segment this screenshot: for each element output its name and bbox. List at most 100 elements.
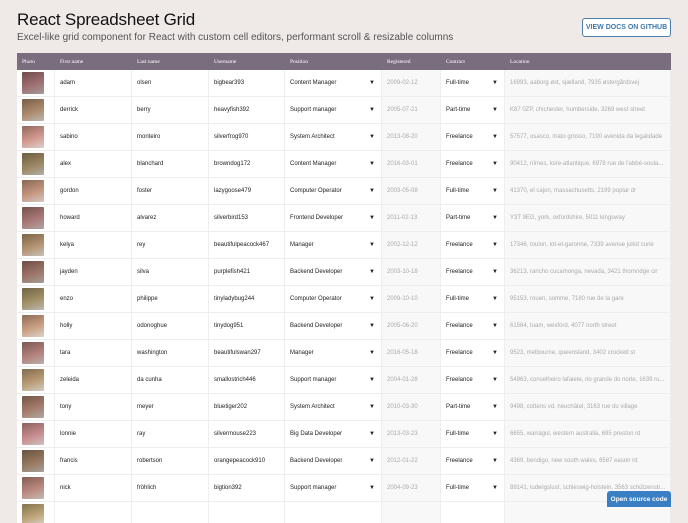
chevron-down-icon[interactable]: ▼ (492, 350, 498, 356)
position-select[interactable]: Manager ▼ (285, 232, 382, 258)
contract-select[interactable]: Part-time ▼ (441, 394, 505, 420)
last-name-cell[interactable]: ray (132, 421, 209, 447)
first-name-cell[interactable]: tara (55, 340, 132, 366)
location-cell[interactable]: 9523, melbourne, queensland, 3402 crocke… (505, 340, 671, 366)
last-name-cell[interactable]: meyer (132, 394, 209, 420)
username-cell[interactable]: heavyfish392 (209, 97, 285, 123)
column-header[interactable]: Registered (382, 53, 441, 70)
location-cell[interactable]: 9498, cottens vd, neuchâtel, 3163 rue du… (505, 394, 671, 420)
first-name-cell[interactable]: nick (55, 475, 132, 501)
contract-select[interactable]: Full-time ▼ (441, 475, 505, 501)
column-header[interactable]: Location (505, 53, 671, 70)
chevron-down-icon[interactable]: ▼ (369, 458, 375, 464)
registered-cell[interactable]: 2005-07-21 (382, 97, 441, 123)
username-cell[interactable]: silverbird153 (209, 205, 285, 231)
location-cell[interactable]: 36213, rancho cucamonga, nevada, 3421 th… (505, 259, 671, 285)
contract-select[interactable]: Freelance ▼ (441, 448, 505, 474)
chevron-down-icon[interactable]: ▼ (492, 269, 498, 275)
chevron-down-icon[interactable]: ▼ (492, 107, 498, 113)
location-cell[interactable]: 17346, toulon, lot-et-garonne, 7339 aven… (505, 232, 671, 258)
first-name-cell[interactable]: derrick (55, 97, 132, 123)
position-select[interactable]: Frontend Developer ▼ (285, 205, 382, 231)
column-header[interactable]: Position (285, 53, 382, 70)
position-select[interactable]: Computer Operator ▼ (285, 178, 382, 204)
chevron-down-icon[interactable]: ▼ (492, 431, 498, 437)
first-name-cell[interactable]: adam (55, 70, 132, 96)
username-cell[interactable]: bigbear393 (209, 70, 285, 96)
position-select[interactable]: Content Manager ▼ (285, 70, 382, 96)
first-name-cell[interactable]: jayden (55, 259, 132, 285)
chevron-down-icon[interactable]: ▼ (369, 485, 375, 491)
chevron-down-icon[interactable]: ▼ (492, 161, 498, 167)
chevron-down-icon[interactable]: ▼ (492, 188, 498, 194)
chevron-down-icon[interactable]: ▼ (492, 404, 498, 410)
chevron-down-icon[interactable]: ▼ (369, 188, 375, 194)
registered-cell[interactable]: 2004-01-28 (382, 367, 441, 393)
last-name-cell[interactable]: washington (132, 340, 209, 366)
last-name-cell[interactable] (132, 502, 209, 523)
first-name-cell[interactable]: lonnie (55, 421, 132, 447)
chevron-down-icon[interactable]: ▼ (492, 377, 498, 383)
registered-cell[interactable] (382, 502, 441, 523)
username-cell[interactable]: orangepeacock910 (209, 448, 285, 474)
position-select[interactable] (285, 502, 382, 523)
position-select[interactable]: Backend Developer ▼ (285, 259, 382, 285)
username-cell[interactable]: beautifulswan297 (209, 340, 285, 366)
last-name-cell[interactable]: alvarez (132, 205, 209, 231)
contract-select[interactable]: Freelance ▼ (441, 313, 505, 339)
chevron-down-icon[interactable]: ▼ (492, 134, 498, 140)
chevron-down-icon[interactable]: ▼ (492, 458, 498, 464)
location-cell[interactable]: 4369, bendigo, new south wales, 6587 eas… (505, 448, 671, 474)
column-header[interactable]: First name (55, 53, 132, 70)
username-cell[interactable]: tinyladybug244 (209, 286, 285, 312)
column-header[interactable]: Username (209, 53, 285, 70)
contract-select[interactable]: Part-time ▼ (441, 205, 505, 231)
registered-cell[interactable]: 2002-12-12 (382, 232, 441, 258)
chevron-down-icon[interactable]: ▼ (369, 134, 375, 140)
registered-cell[interactable]: 2005-06-20 (382, 313, 441, 339)
contract-select[interactable] (441, 502, 505, 523)
location-cell[interactable]: 6655, warragul, western australia, 695 p… (505, 421, 671, 447)
last-name-cell[interactable]: olsen (132, 70, 209, 96)
position-select[interactable]: System Architect ▼ (285, 394, 382, 420)
username-cell[interactable]: lazygoose479 (209, 178, 285, 204)
first-name-cell[interactable]: alex (55, 151, 132, 177)
first-name-cell[interactable]: sabino (55, 124, 132, 150)
username-cell[interactable]: tinydog951 (209, 313, 285, 339)
column-header[interactable]: Last name (132, 53, 209, 70)
column-header[interactable]: Contract (441, 53, 505, 70)
registered-cell[interactable]: 2003-10-18 (382, 259, 441, 285)
registered-cell[interactable]: 2009-02-12 (382, 70, 441, 96)
chevron-down-icon[interactable]: ▼ (492, 215, 498, 221)
chevron-down-icon[interactable]: ▼ (492, 296, 498, 302)
registered-cell[interactable]: 2004-09-23 (382, 475, 441, 501)
chevron-down-icon[interactable]: ▼ (492, 323, 498, 329)
chevron-down-icon[interactable]: ▼ (492, 485, 498, 491)
chevron-down-icon[interactable]: ▼ (369, 242, 375, 248)
contract-select[interactable]: Freelance ▼ (441, 151, 505, 177)
username-cell[interactable]: beautifulpeacock467 (209, 232, 285, 258)
username-cell[interactable]: purplefish421 (209, 259, 285, 285)
position-select[interactable]: Big Data Developer ▼ (285, 421, 382, 447)
chevron-down-icon[interactable]: ▼ (369, 269, 375, 275)
position-select[interactable]: Backend Developer ▼ (285, 313, 382, 339)
location-cell[interactable]: K87 0ZP, chichester, humberside, 3269 we… (505, 97, 671, 123)
username-cell[interactable]: silverfrog970 (209, 124, 285, 150)
position-select[interactable]: Support manager ▼ (285, 97, 382, 123)
last-name-cell[interactable]: philippe (132, 286, 209, 312)
chevron-down-icon[interactable]: ▼ (369, 215, 375, 221)
location-cell[interactable]: 57577, osasco, mato grosso, 7190 avenida… (505, 124, 671, 150)
location-cell[interactable]: 16993, aaborg øst, sjælland, 7935 østerg… (505, 70, 671, 96)
registered-cell[interactable]: 2016-05-18 (382, 340, 441, 366)
position-select[interactable]: Computer Operator ▼ (285, 286, 382, 312)
username-cell[interactable]: browndog172 (209, 151, 285, 177)
registered-cell[interactable]: 2013-03-23 (382, 421, 441, 447)
chevron-down-icon[interactable]: ▼ (369, 323, 375, 329)
position-select[interactable]: Support manager ▼ (285, 475, 382, 501)
chevron-down-icon[interactable]: ▼ (369, 80, 375, 86)
registered-cell[interactable]: 2010-03-30 (382, 394, 441, 420)
first-name-cell[interactable]: francis (55, 448, 132, 474)
last-name-cell[interactable]: monteiro (132, 124, 209, 150)
contract-select[interactable]: Part-time ▼ (441, 97, 505, 123)
last-name-cell[interactable]: robertson (132, 448, 209, 474)
